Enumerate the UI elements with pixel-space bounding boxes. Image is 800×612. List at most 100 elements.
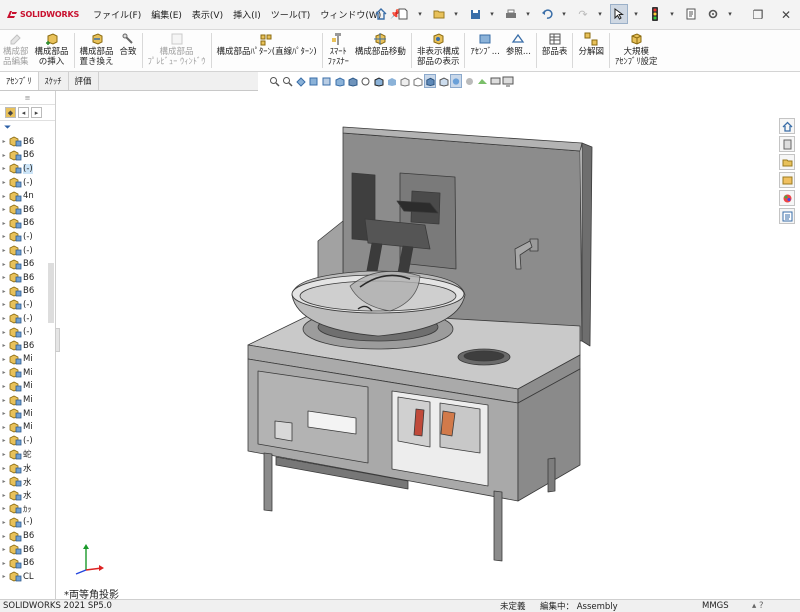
- home-pane-icon[interactable]: [779, 118, 795, 134]
- monitor-icon[interactable]: [502, 74, 514, 88]
- menu-tools[interactable]: ツール(T): [266, 8, 316, 21]
- wok-range-model[interactable]: [60, 91, 776, 599]
- chevron-down-icon[interactable]: ▾: [488, 4, 496, 24]
- save-icon[interactable]: [466, 4, 484, 24]
- expand-chevron-icon[interactable]: ▸: [0, 206, 8, 213]
- filter-icon[interactable]: ⏷: [0, 121, 55, 135]
- file-explorer-icon[interactable]: [779, 172, 795, 188]
- file-properties-icon[interactable]: [682, 4, 700, 24]
- zoom-area-icon[interactable]: [281, 74, 293, 88]
- ribbon-button-reference-geometry[interactable]: 参照...: [503, 30, 534, 71]
- expand-chevron-icon[interactable]: ▸: [0, 573, 8, 580]
- expand-chevron-icon[interactable]: ▸: [0, 465, 8, 472]
- previous-view-icon[interactable]: [294, 74, 306, 88]
- expand-chevron-icon[interactable]: ▸: [0, 424, 8, 431]
- tab-assembly[interactable]: ｱｾﾝﾌﾞﾘ: [0, 72, 39, 90]
- menu-insert[interactable]: 挿入(I): [228, 8, 266, 21]
- expand-chevron-icon[interactable]: ▸: [0, 288, 8, 295]
- menu-view[interactable]: 表示(V): [187, 8, 228, 21]
- custom-properties-icon[interactable]: [779, 208, 795, 224]
- restore-icon[interactable]: ❐: [744, 0, 772, 30]
- chevron-down-icon[interactable]: ▾: [726, 4, 734, 24]
- redo-icon[interactable]: ↷: [574, 4, 592, 24]
- expand-chevron-icon[interactable]: ▸: [0, 356, 8, 363]
- dynamic-annotation-icon[interactable]: [320, 74, 332, 88]
- status-dropdown-icon[interactable]: ▴ ?: [752, 601, 763, 611]
- select-icon[interactable]: [610, 4, 628, 24]
- expand-chevron-icon[interactable]: ▸: [0, 369, 8, 376]
- chevron-down-icon[interactable]: ▾: [452, 4, 460, 24]
- perspective-icon[interactable]: [424, 74, 436, 88]
- ribbon-button-smart-fastener[interactable]: ｽﾏｰﾄ ﾌｧｽﾅｰ: [325, 30, 352, 71]
- tab-evaluate[interactable]: 評価: [69, 72, 99, 90]
- zoom-to-fit-icon[interactable]: [268, 74, 280, 88]
- ribbon-button-mate[interactable]: 合致: [117, 30, 140, 71]
- menu-edit[interactable]: 編集(E): [146, 8, 187, 21]
- chevron-down-icon[interactable]: ▾: [632, 4, 640, 24]
- expand-chevron-icon[interactable]: ▸: [0, 274, 8, 281]
- ribbon-button-assembly-features[interactable]: ｱｾﾝﾌﾞ...: [467, 30, 502, 71]
- tab-sketch[interactable]: ｽｹｯﾁ: [39, 72, 69, 90]
- view-orientation-icon[interactable]: [333, 74, 345, 88]
- expand-chevron-icon[interactable]: ▸: [0, 261, 8, 268]
- tree-scrollbar[interactable]: [47, 143, 55, 593]
- scrollbar-thumb[interactable]: [48, 263, 54, 323]
- ribbon-button-large-assembly[interactable]: 大規模 ｱｾﾝﾌﾞﾘ設定: [612, 30, 661, 71]
- expand-chevron-icon[interactable]: ▸: [0, 383, 8, 390]
- expand-chevron-icon[interactable]: ▸: [0, 505, 8, 512]
- undo-icon[interactable]: [538, 4, 556, 24]
- tab-scroll-right-icon[interactable]: ▸: [31, 107, 42, 118]
- status-units[interactable]: MMGS: [702, 601, 729, 611]
- resources-icon[interactable]: [779, 136, 795, 152]
- ambient-occlusion-icon[interactable]: [463, 74, 475, 88]
- expand-chevron-icon[interactable]: ▸: [0, 492, 8, 499]
- hidden-lines-icon[interactable]: [398, 74, 410, 88]
- cartoon-icon[interactable]: [437, 74, 449, 88]
- chevron-down-icon[interactable]: ▾: [524, 4, 532, 24]
- chevron-down-icon[interactable]: ▾: [668, 4, 676, 24]
- section-view-icon[interactable]: [307, 74, 319, 88]
- expand-chevron-icon[interactable]: ▸: [0, 193, 8, 200]
- expand-chevron-icon[interactable]: ▸: [0, 560, 8, 567]
- collapse-chevron-icon[interactable]: ≡: [0, 91, 55, 105]
- view-settings-icon[interactable]: [489, 74, 501, 88]
- expand-chevron-icon[interactable]: ▸: [0, 138, 8, 145]
- ribbon-button-insert-component[interactable]: 構成部品 の挿入: [32, 30, 72, 71]
- options-icon[interactable]: [704, 4, 722, 24]
- app-logo[interactable]: SOLIDWORKS: [0, 10, 88, 20]
- ribbon-button-replace-component[interactable]: 構成部品 置き換え: [77, 30, 117, 71]
- shaded-icon[interactable]: [385, 74, 397, 88]
- expand-chevron-icon[interactable]: ▸: [0, 152, 8, 159]
- expand-chevron-icon[interactable]: ▸: [0, 342, 8, 349]
- close-icon[interactable]: ✕: [772, 0, 800, 30]
- assembly-tree-icon[interactable]: ◆: [5, 107, 16, 118]
- ribbon-button-show-hidden[interactable]: 非表示構成 部品の表示: [414, 30, 463, 71]
- open-icon[interactable]: [430, 4, 448, 24]
- wireframe-icon[interactable]: [411, 74, 423, 88]
- ribbon-button-move-component[interactable]: 構成部品移動: [352, 30, 409, 71]
- ribbon-button-preview-window[interactable]: 構成部品 ﾌﾟﾚﾋﾞｭｰ ｳｨﾝﾄﾞｳ: [145, 30, 209, 71]
- expand-chevron-icon[interactable]: ▸: [0, 437, 8, 444]
- scene-icon[interactable]: [476, 74, 488, 88]
- expand-chevron-icon[interactable]: ▸: [0, 315, 8, 322]
- expand-chevron-icon[interactable]: ▸: [0, 165, 8, 172]
- display-style-icon[interactable]: [346, 74, 358, 88]
- graphics-area[interactable]: [60, 91, 776, 599]
- expand-chevron-icon[interactable]: ▸: [0, 451, 8, 458]
- ribbon-button-edit-component[interactable]: 構成部 品編集: [0, 30, 32, 71]
- chevron-down-icon[interactable]: ▾: [560, 4, 568, 24]
- home-icon[interactable]: [372, 4, 390, 24]
- design-library-icon[interactable]: [779, 154, 795, 170]
- expand-chevron-icon[interactable]: ▸: [0, 478, 8, 485]
- expand-chevron-icon[interactable]: ▸: [0, 397, 8, 404]
- print-icon[interactable]: [502, 4, 520, 24]
- expand-chevron-icon[interactable]: ▸: [0, 220, 8, 227]
- expand-chevron-icon[interactable]: ▸: [0, 179, 8, 186]
- ribbon-button-linear-pattern[interactable]: 構成部品ﾊﾟﾀｰﾝ(直線ﾊﾟﾀｰﾝ): [214, 30, 320, 71]
- shaded-edges-icon[interactable]: [372, 74, 384, 88]
- ribbon-button-exploded-view[interactable]: 分解図: [575, 30, 607, 71]
- chevron-down-icon[interactable]: ▾: [596, 4, 604, 24]
- expand-chevron-icon[interactable]: ▸: [0, 233, 8, 240]
- ribbon-button-bom[interactable]: 部品表: [539, 30, 571, 71]
- chevron-down-icon[interactable]: ▾: [416, 4, 424, 24]
